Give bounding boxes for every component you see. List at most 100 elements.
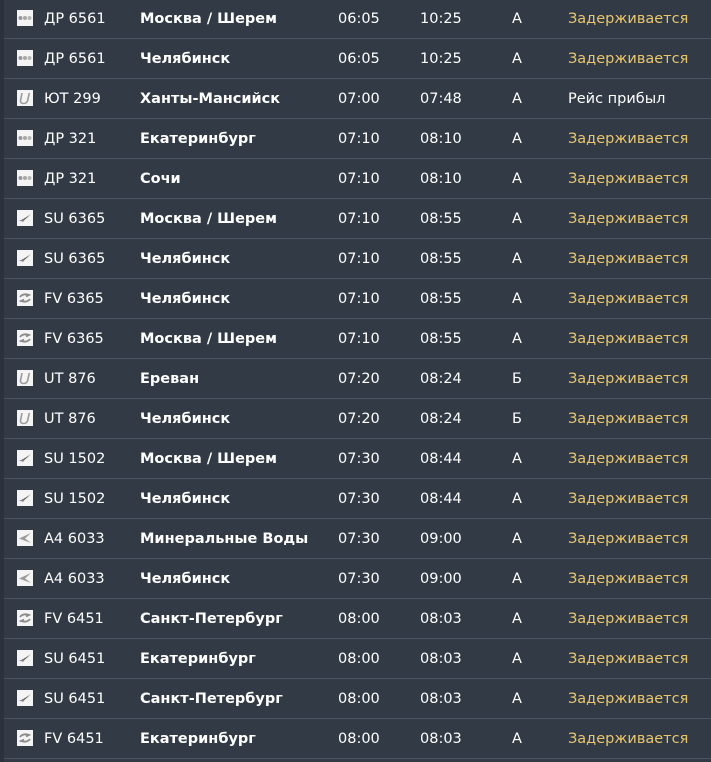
dots-logo-icon — [17, 130, 33, 146]
terminal: А — [512, 171, 522, 187]
arrival-time: 08:03 — [420, 611, 462, 627]
arrival-time: 08:44 — [420, 491, 462, 507]
terminal: А — [512, 91, 522, 107]
flight-row[interactable]: ЮТ 299 Ханты-Мансийск 07:00 07:48 А Рейс… — [4, 79, 711, 119]
terminal: А — [512, 11, 522, 27]
flight-status: Задерживается — [568, 731, 689, 747]
flight-status: Задерживается — [568, 651, 689, 667]
flight-row[interactable]: ДР 6561 Москва / Шерем 06:05 10:25 А Зад… — [4, 0, 711, 39]
flight-row[interactable]: FV 6451 Екатеринбург 08:00 08:03 А Задер… — [4, 719, 711, 759]
departure-time: 08:00 — [338, 731, 380, 747]
flight-status: Задерживается — [568, 611, 689, 627]
arrival-time: 08:03 — [420, 691, 462, 707]
flight-row[interactable]: A4 6033 Челябинск 07:30 09:00 А Задержив… — [4, 559, 711, 599]
flight-status: Задерживается — [568, 251, 689, 267]
terminal: Б — [512, 411, 522, 427]
terminal: Б — [512, 371, 522, 387]
destination: Минеральные Воды — [140, 531, 309, 547]
terminal: А — [512, 211, 522, 227]
flight-number: SU 6365 — [44, 251, 106, 267]
flight-row[interactable]: ДР 321 Сочи 07:10 08:10 А Задерживается — [4, 159, 711, 199]
flight-number: UT 876 — [44, 411, 96, 427]
departure-time: 06:05 — [338, 11, 380, 27]
flight-row[interactable]: UT 876 Ереван 07:20 08:24 Б Задерживаетс… — [4, 359, 711, 399]
arrival-time: 08:44 — [420, 451, 462, 467]
wing-logo-icon — [17, 570, 33, 586]
plane-logo-icon — [17, 250, 33, 266]
flight-status: Задерживается — [568, 131, 689, 147]
destination: Ханты-Мансийск — [140, 91, 281, 107]
destination: Екатеринбург — [140, 131, 256, 147]
flight-number: A4 6033 — [44, 531, 105, 547]
flight-number: FV 6451 — [44, 611, 104, 627]
flight-status: Задерживается — [568, 51, 689, 67]
plane-logo-icon — [17, 650, 33, 666]
flight-status: Задерживается — [568, 571, 689, 587]
flight-row[interactable]: ДР 6561 Челябинск 06:05 10:25 А Задержив… — [4, 39, 711, 79]
u-logo-icon — [17, 410, 33, 426]
flight-row[interactable]: UT 876 Челябинск 07:20 08:24 Б Задержива… — [4, 399, 711, 439]
departure-time: 07:30 — [338, 451, 380, 467]
departure-time: 07:10 — [338, 331, 380, 347]
destination: Челябинск — [140, 251, 231, 267]
destination: Москва / Шерем — [140, 331, 277, 347]
flight-status: Задерживается — [568, 11, 689, 27]
terminal: А — [512, 651, 522, 667]
flight-status: Задерживается — [568, 491, 689, 507]
flight-status: Задерживается — [568, 411, 689, 427]
flight-row[interactable]: SU 1502 Москва / Шерем 07:30 08:44 А Зад… — [4, 439, 711, 479]
destination: Челябинск — [140, 51, 231, 67]
departure-time: 07:30 — [338, 571, 380, 587]
flight-row[interactable]: A4 6033 Минеральные Воды 07:30 09:00 А З… — [4, 519, 711, 559]
flight-row[interactable]: SU 6451 Санкт-Петербург 08:00 08:03 А За… — [4, 679, 711, 719]
terminal: А — [512, 571, 522, 587]
terminal: А — [512, 451, 522, 467]
departure-time: 07:10 — [338, 131, 380, 147]
dots-logo-icon — [17, 50, 33, 66]
arrival-time: 08:03 — [420, 731, 462, 747]
flight-row[interactable]: FV 6365 Челябинск 07:10 08:55 А Задержив… — [4, 279, 711, 319]
swirl-logo-icon — [17, 330, 33, 346]
dots-logo-icon — [17, 10, 33, 26]
departure-time: 07:00 — [338, 91, 380, 107]
terminal: А — [512, 611, 522, 627]
plane-logo-icon — [17, 450, 33, 466]
flight-status: Задерживается — [568, 451, 689, 467]
destination: Екатеринбург — [140, 731, 256, 747]
flight-row[interactable]: SU 1502 Челябинск 07:30 08:44 А Задержив… — [4, 479, 711, 519]
destination: Ереван — [140, 371, 200, 387]
arrival-time: 07:48 — [420, 91, 462, 107]
flight-row[interactable]: FV 6451 Санкт-Петербург 08:00 08:03 А За… — [4, 599, 711, 639]
flight-row[interactable]: ДР 321 Екатеринбург 07:10 08:10 А Задерж… — [4, 119, 711, 159]
flight-number: UT 876 — [44, 371, 96, 387]
arrival-time: 09:00 — [420, 571, 462, 587]
terminal: А — [512, 491, 522, 507]
arrival-time: 08:55 — [420, 211, 462, 227]
flight-row[interactable]: SU 6365 Челябинск 07:10 08:55 А Задержив… — [4, 239, 711, 279]
plane-logo-icon — [17, 490, 33, 506]
flight-status: Задерживается — [568, 171, 689, 187]
flight-number: ДР 321 — [44, 131, 97, 147]
flight-row[interactable]: SU 6451 Екатеринбург 08:00 08:03 А Задер… — [4, 639, 711, 679]
flight-number: ЮТ 299 — [44, 91, 101, 107]
plane-logo-icon — [17, 690, 33, 706]
destination: Челябинск — [140, 571, 231, 587]
departure-time: 08:00 — [338, 611, 380, 627]
arrival-time: 08:10 — [420, 131, 462, 147]
arrival-time: 10:25 — [420, 11, 462, 27]
destination: Москва / Шерем — [140, 211, 277, 227]
flight-status: Задерживается — [568, 291, 689, 307]
arrival-time: 08:03 — [420, 651, 462, 667]
flight-number: FV 6365 — [44, 331, 104, 347]
flight-status: Задерживается — [568, 371, 689, 387]
departure-time: 07:30 — [338, 531, 380, 547]
terminal: А — [512, 51, 522, 67]
destination: Екатеринбург — [140, 651, 256, 667]
terminal: А — [512, 731, 522, 747]
arrival-time: 08:55 — [420, 331, 462, 347]
terminal: А — [512, 131, 522, 147]
destination: Челябинск — [140, 291, 231, 307]
departure-time: 06:05 — [338, 51, 380, 67]
flight-row[interactable]: SU 6365 Москва / Шерем 07:10 08:55 А Зад… — [4, 199, 711, 239]
flight-row[interactable]: FV 6365 Москва / Шерем 07:10 08:55 А Зад… — [4, 319, 711, 359]
